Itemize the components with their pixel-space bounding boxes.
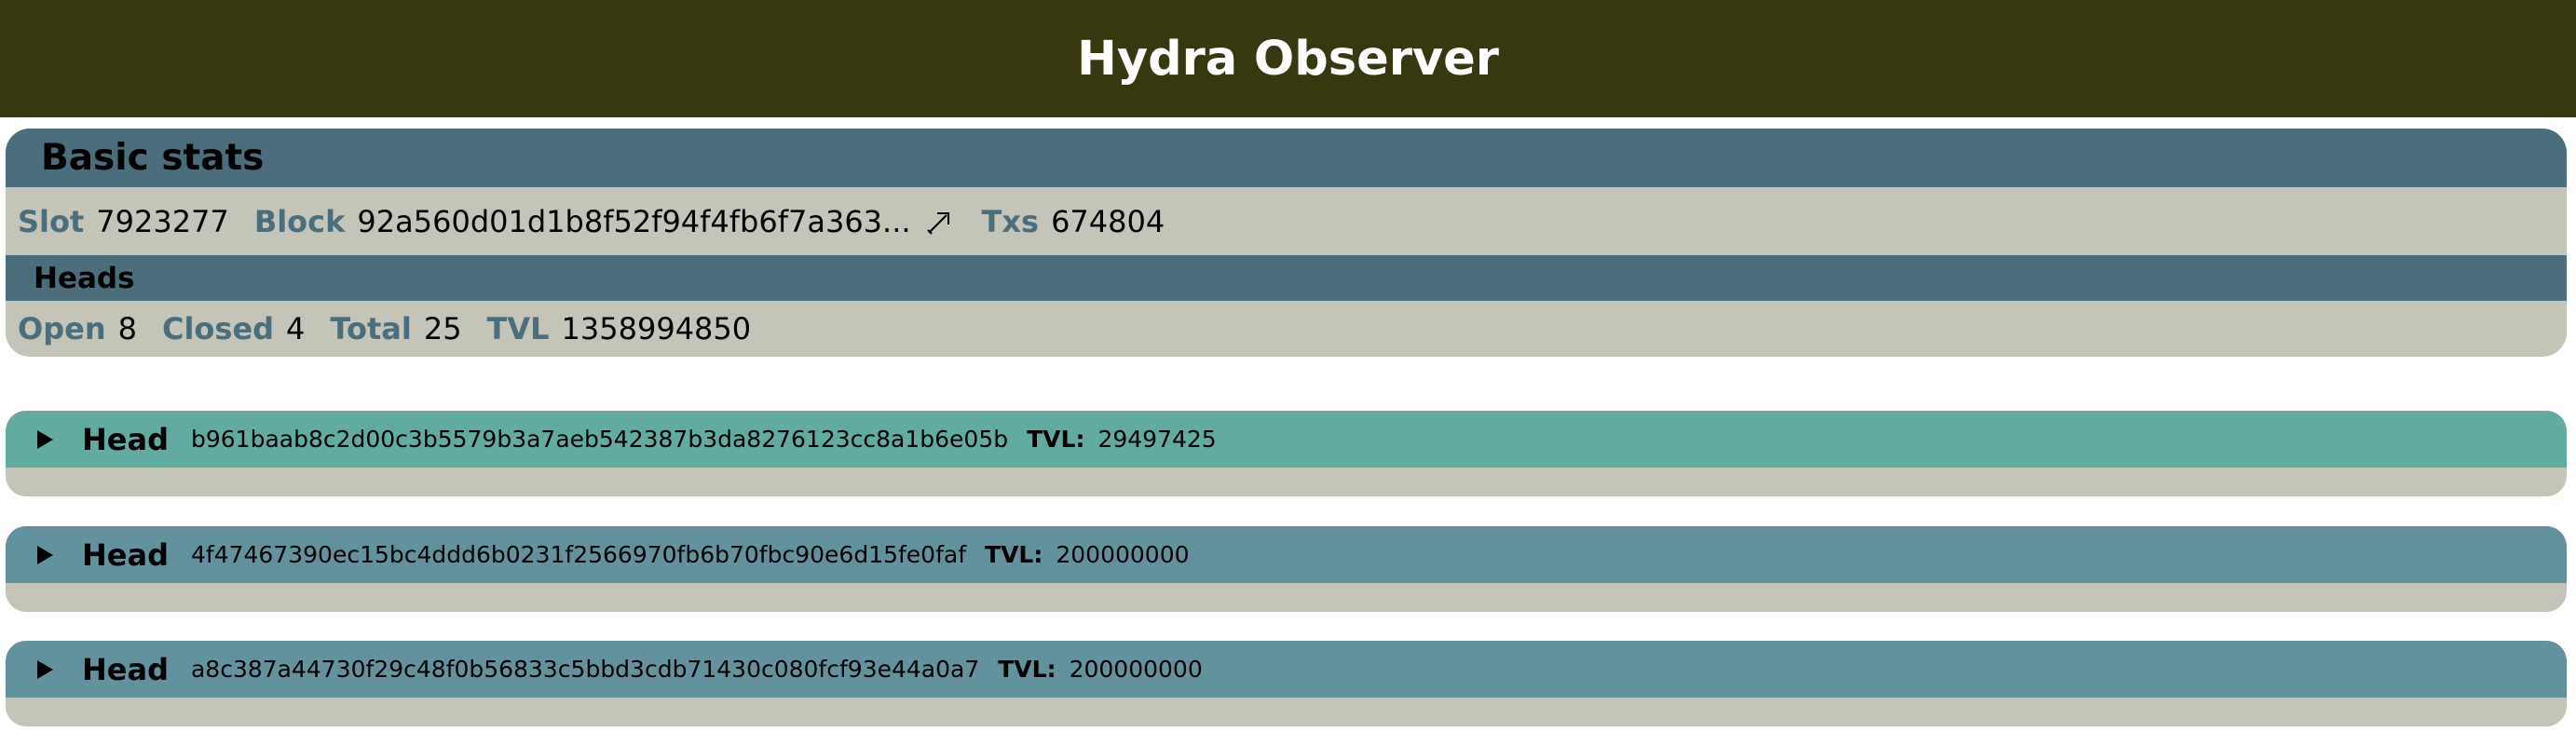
closed-label: Closed: [161, 311, 275, 346]
block-label: Block: [253, 203, 346, 239]
head-toggle[interactable]: Head b961baab8c2d00c3b5579b3a7aeb542387b…: [6, 411, 2567, 468]
tvl-value: 1358994850: [561, 311, 752, 346]
total-value: 25: [423, 311, 462, 346]
txs-value: 674804: [1051, 203, 1165, 239]
app-header: Hydra Observer: [0, 0, 2576, 117]
heads-summary-row: Open 8 Closed 4 Total 25 TVL 1358994850: [6, 301, 2567, 357]
head-card: Head a8c387a44730f29c48f0b56833c5bbd3cdb…: [6, 641, 2567, 726]
head-tvl-value: 200000000: [1056, 541, 1190, 568]
txs-label: Txs: [981, 203, 1040, 239]
external-link-icon[interactable]: [926, 208, 954, 236]
block-value: 92a560d01d1b8f52f94f4fb6f7a363...: [357, 203, 911, 239]
heads-summary-header: Heads: [6, 255, 2567, 301]
head-id: 4f47467390ec15bc4ddd6b0231f2566970fb6b70…: [190, 541, 967, 568]
head-tvl-value: 29497425: [1097, 426, 1217, 453]
head-card: Head b961baab8c2d00c3b5579b3a7aeb542387b…: [6, 411, 2567, 496]
head-tvl-label: TVL:: [1027, 426, 1085, 453]
expand-triangle-icon[interactable]: [37, 659, 53, 679]
head-id: a8c387a44730f29c48f0b56833c5bbd3cdb71430…: [190, 656, 980, 683]
expand-triangle-icon[interactable]: [37, 545, 53, 564]
head-label: Head: [82, 421, 169, 457]
head-label: Head: [82, 651, 169, 687]
tvl-label: TVL: [486, 311, 550, 346]
open-value: 8: [117, 311, 137, 346]
app-title: Hydra Observer: [1077, 31, 1499, 87]
total-label: Total: [330, 311, 412, 346]
head-card: Head 4f47467390ec15bc4ddd6b0231f2566970f…: [6, 526, 2567, 612]
slot-value: 7923277: [96, 203, 229, 239]
basic-stats-header: Basic stats: [6, 129, 2567, 187]
expand-triangle-icon[interactable]: [37, 429, 53, 449]
head-tvl-value: 200000000: [1069, 656, 1203, 683]
heads-summary-title: Heads: [34, 261, 135, 295]
open-label: Open: [18, 311, 106, 346]
slot-label: Slot: [18, 203, 85, 239]
head-toggle[interactable]: Head 4f47467390ec15bc4ddd6b0231f2566970f…: [6, 526, 2567, 583]
head-tvl-label: TVL:: [998, 656, 1056, 683]
basic-stats-title: Basic stats: [41, 137, 265, 179]
basic-stats-row: Slot 7923277 Block 92a560d01d1b8f52f94f4…: [6, 187, 2567, 255]
head-id: b961baab8c2d00c3b5579b3a7aeb542387b3da82…: [190, 426, 1009, 453]
closed-value: 4: [286, 311, 306, 346]
basic-stats-card: Basic stats Slot 7923277 Block 92a560d01…: [6, 129, 2567, 357]
head-label: Head: [82, 536, 169, 573]
head-toggle[interactable]: Head a8c387a44730f29c48f0b56833c5bbd3cdb…: [6, 641, 2567, 698]
head-tvl-label: TVL:: [985, 541, 1043, 568]
